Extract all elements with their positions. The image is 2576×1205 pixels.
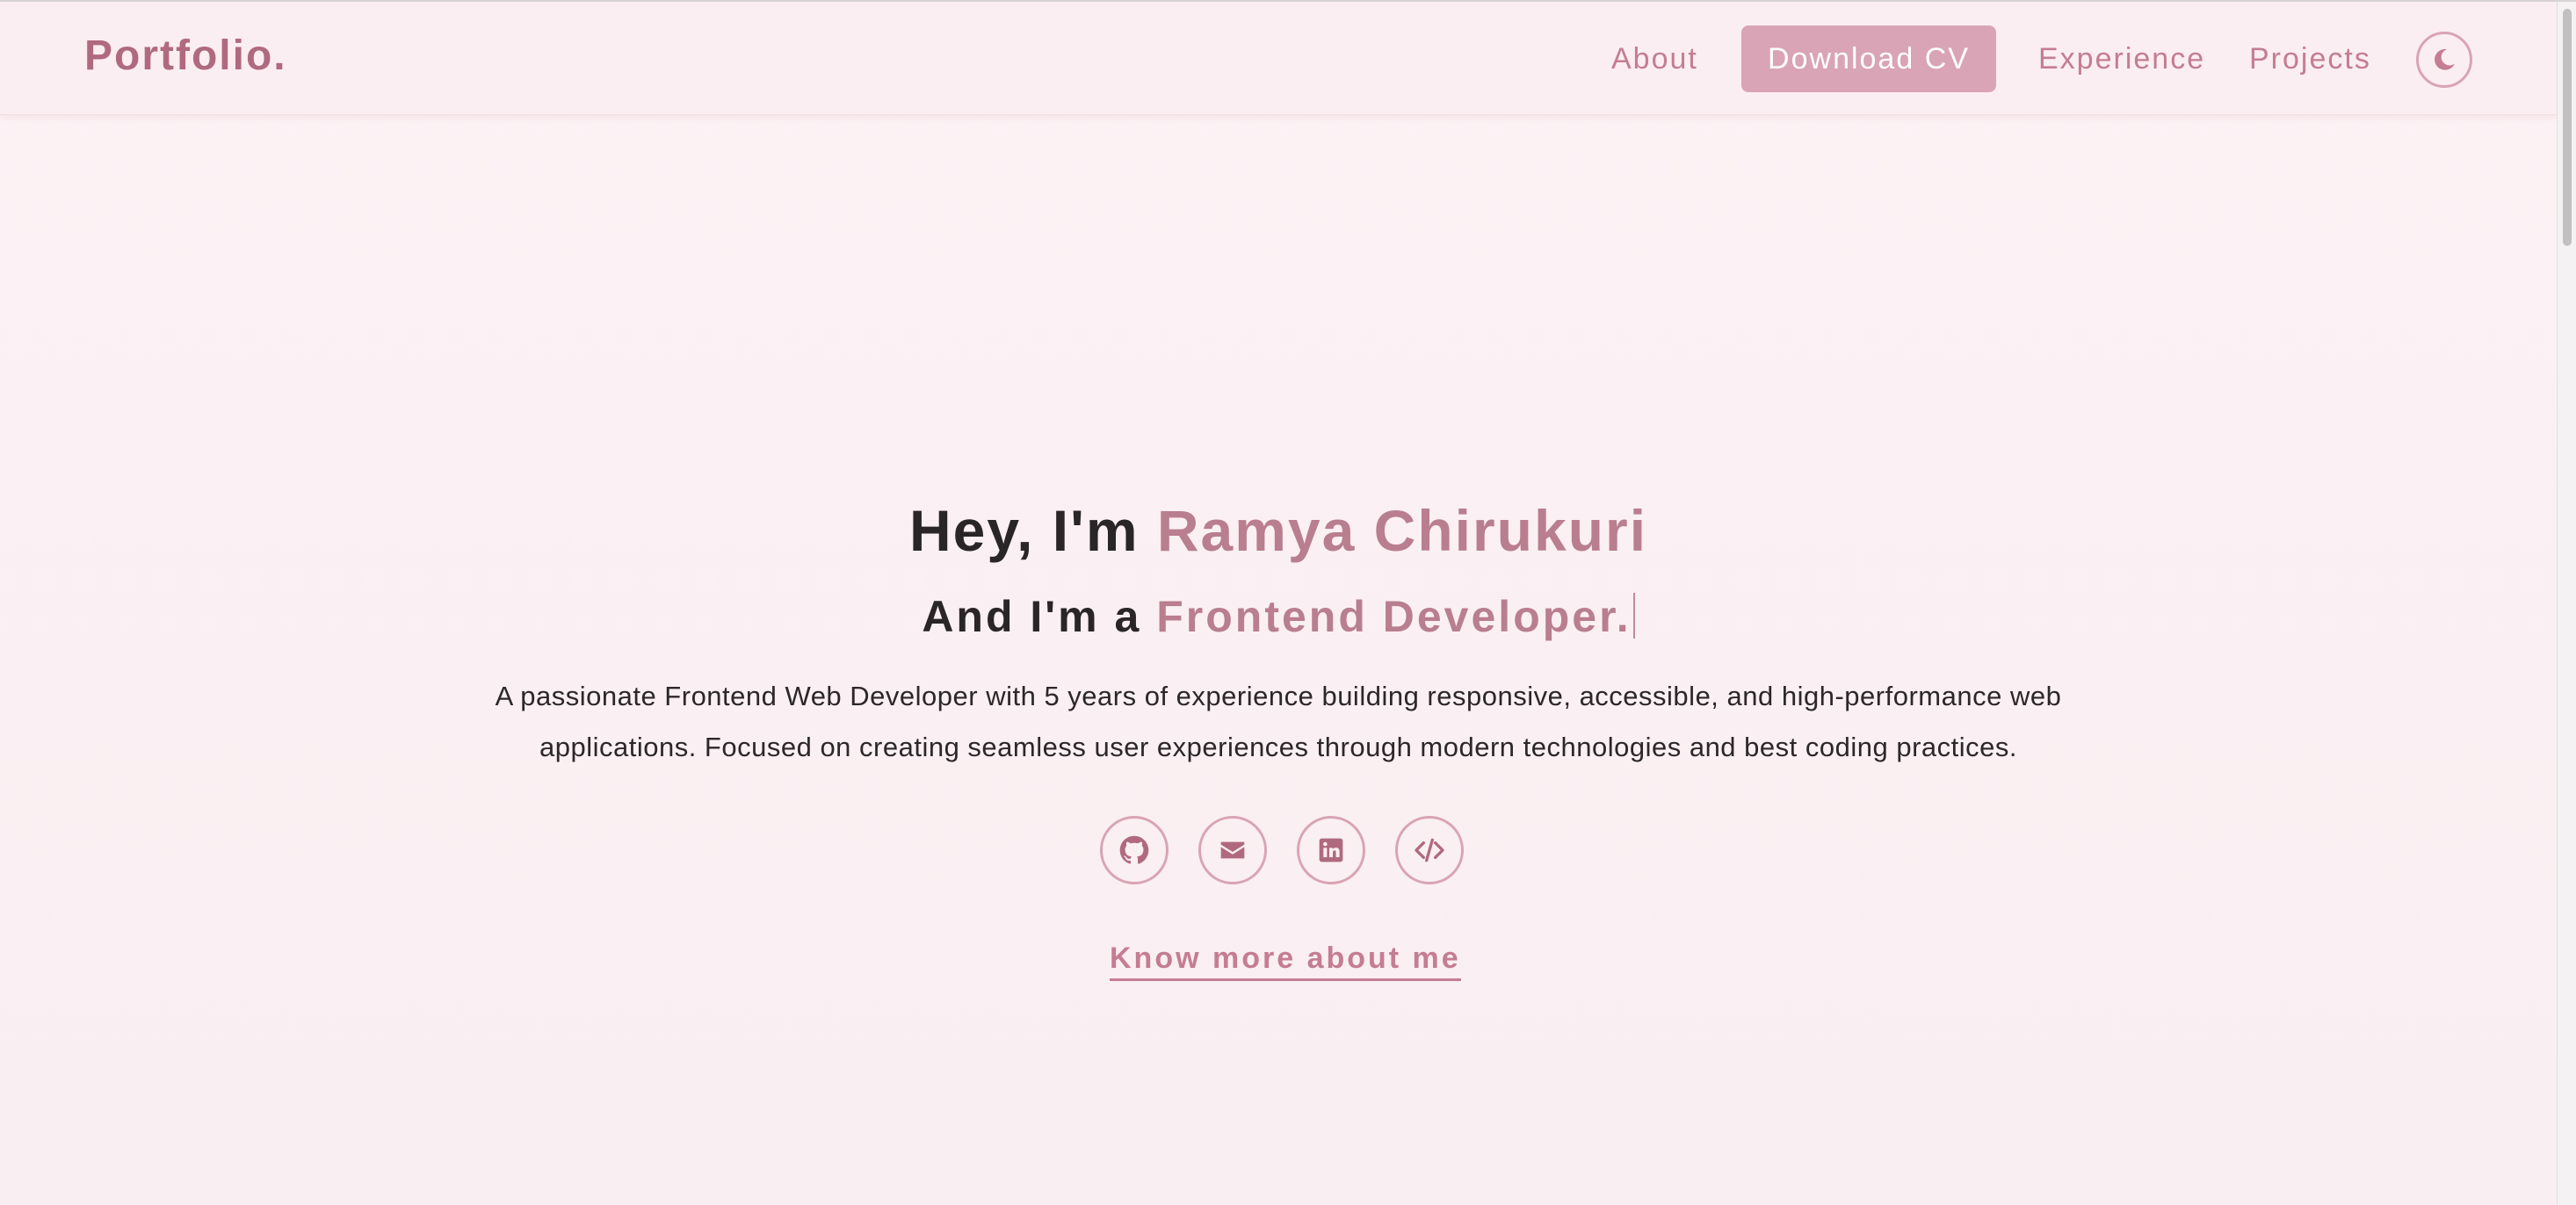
vertical-scrollbar[interactable] — [2557, 2, 2576, 1205]
email-link[interactable] — [1198, 816, 1267, 884]
code-profile-link[interactable] — [1395, 816, 1464, 884]
code-icon — [1415, 838, 1444, 862]
email-icon — [1220, 841, 1245, 859]
role-prefix: And I'm a — [922, 592, 1142, 641]
hero-greeting: Hey, I'm Ramya Chirukuri — [0, 497, 2557, 564]
github-link[interactable] — [1100, 816, 1169, 884]
hero-description: A passionate Frontend Web Developer with… — [495, 681, 2062, 762]
social-links — [1100, 816, 1464, 884]
greeting-prefix: Hey, I'm — [908, 498, 1140, 563]
linkedin-link[interactable] — [1297, 816, 1365, 884]
role-typed-text: Frontend Developer. — [1156, 592, 1632, 641]
scrollbar-thumb[interactable] — [2563, 9, 2572, 246]
github-icon — [1119, 835, 1149, 864]
linkedin-icon — [1319, 838, 1343, 862]
hero-section: Hey, I'm Ramya Chirukuri And I'm a Front… — [0, 0, 2557, 1205]
hero-name: Ramya Chirukuri — [1156, 498, 1648, 563]
typing-cursor — [1632, 593, 1635, 639]
know-more-link[interactable]: Know more about me — [1110, 942, 1461, 981]
hero-role: And I'm a Frontend Developer. — [0, 591, 2557, 642]
